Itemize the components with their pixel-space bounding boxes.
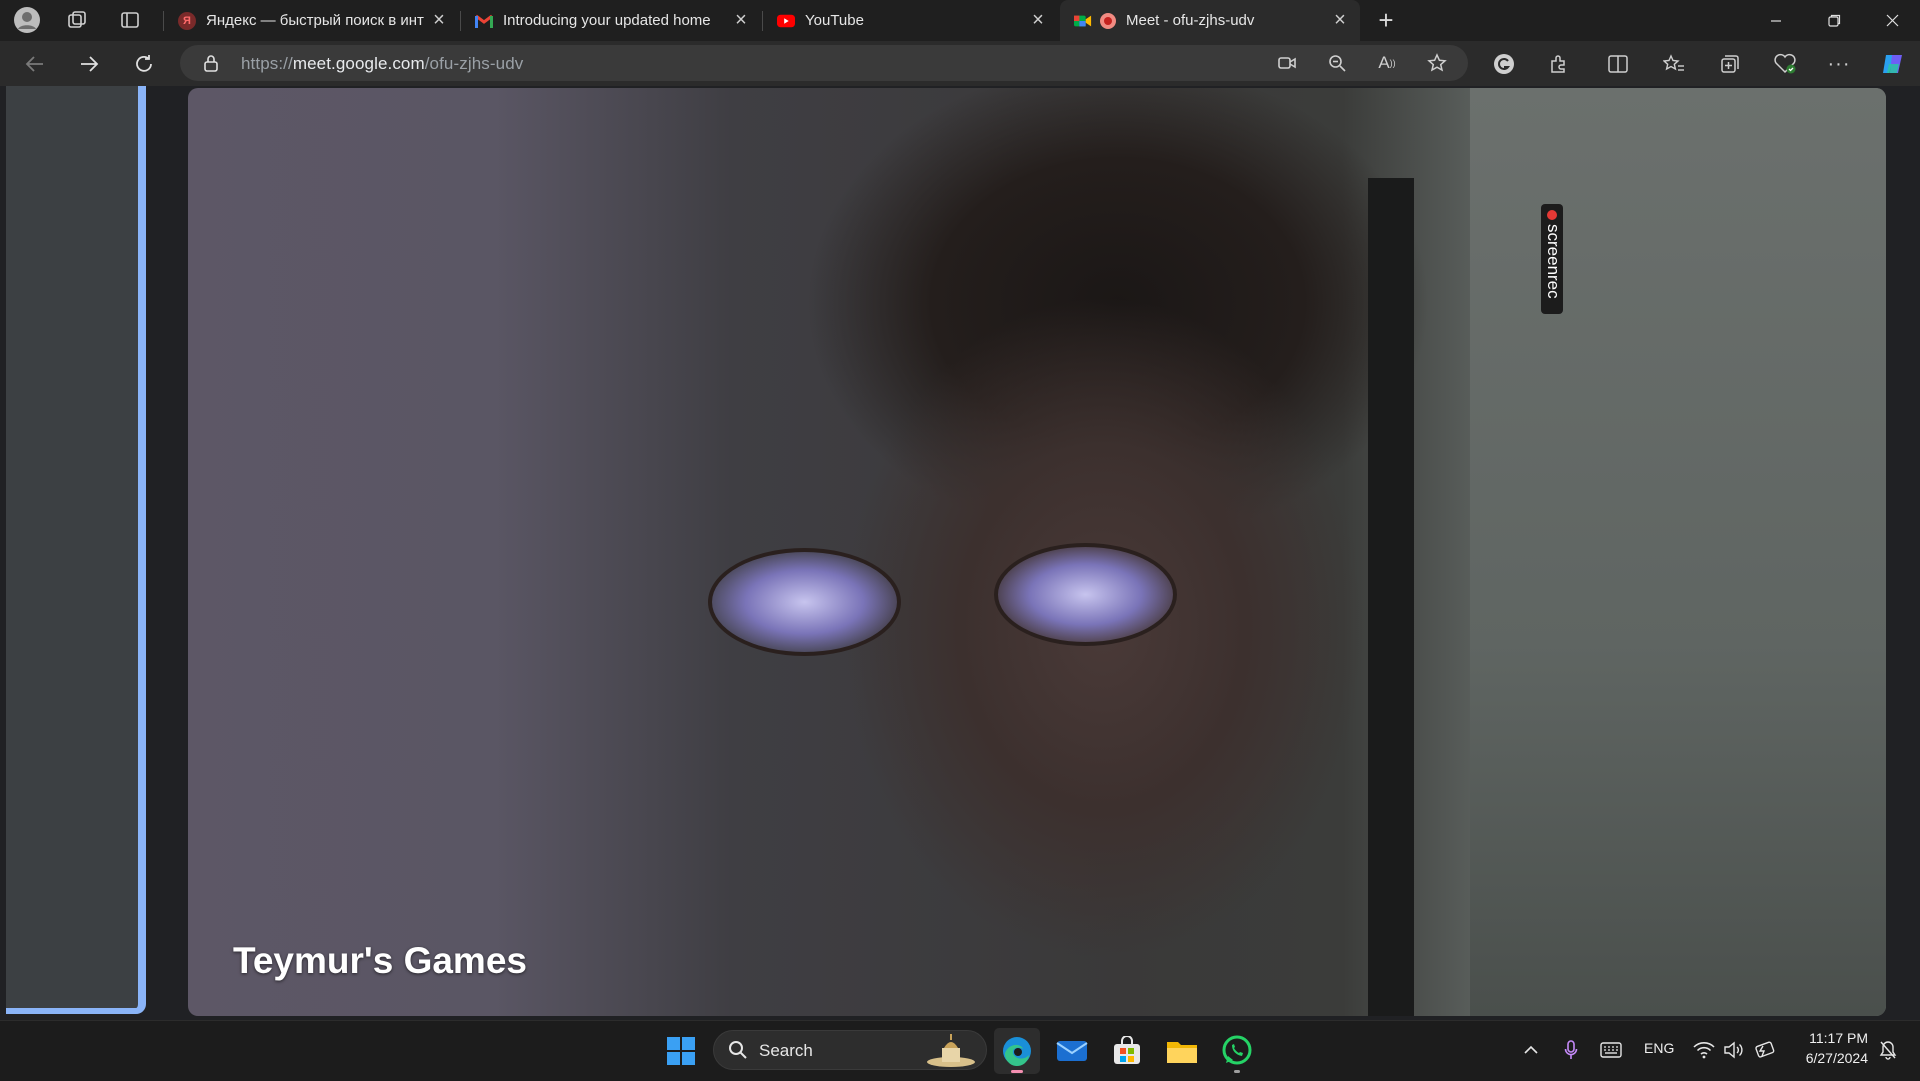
tab-title: YouTube xyxy=(805,12,864,29)
tab-title: Introducing your updated home xyxy=(503,12,711,29)
screenrec-badge[interactable]: screenrec xyxy=(1541,204,1563,314)
zoom-out-icon[interactable] xyxy=(1324,51,1350,75)
grammarly-icon[interactable] xyxy=(1487,48,1521,80)
windows-start-icon[interactable] xyxy=(658,1028,704,1074)
battery-charging-icon[interactable] xyxy=(1752,1037,1778,1063)
wifi-icon[interactable] xyxy=(1692,1037,1716,1063)
record-dot-icon xyxy=(1547,210,1557,220)
close-icon[interactable]: × xyxy=(731,9,751,32)
back-button[interactable] xyxy=(18,48,52,80)
forward-button[interactable] xyxy=(72,48,106,80)
favorite-star-icon[interactable] xyxy=(1424,51,1450,75)
close-icon[interactable]: × xyxy=(1028,9,1048,32)
recording-indicator-icon xyxy=(1100,12,1116,29)
gmail-icon xyxy=(475,12,493,30)
collections-icon[interactable] xyxy=(1713,48,1747,80)
tab-meet[interactable]: Meet - ofu-zjhs-udv × xyxy=(1060,0,1360,41)
glasses-left-lens xyxy=(708,548,901,656)
tab-gmail[interactable]: Introducing your updated home × xyxy=(461,0,761,41)
search-icon xyxy=(728,1040,748,1065)
notifications-bell-icon[interactable] xyxy=(1876,1037,1900,1063)
store-icon[interactable] xyxy=(1104,1028,1150,1074)
url-path: /ofu-zjhs-udv xyxy=(424,54,524,73)
file-explorer-icon[interactable] xyxy=(1159,1028,1205,1074)
favorites-icon[interactable] xyxy=(1657,48,1691,80)
read-aloud-icon[interactable]: A)) xyxy=(1374,51,1400,75)
tab-strip: Я Яндекс — быстрый поиск в инт × Introdu… xyxy=(0,0,1920,41)
microphone-in-use-icon[interactable] xyxy=(1560,1037,1582,1063)
edge-icon[interactable] xyxy=(994,1028,1040,1074)
url-text: https://meet.google.com/ofu-zjhs-udv xyxy=(241,54,523,74)
split-screen-icon[interactable] xyxy=(1601,48,1635,80)
camera-in-use-icon[interactable] xyxy=(1274,51,1300,75)
extensions-icon[interactable] xyxy=(1542,48,1576,80)
close-icon[interactable]: × xyxy=(429,9,449,32)
meet-content: Teymur's Games screenrec xyxy=(0,86,1920,1020)
close-icon[interactable]: × xyxy=(1330,9,1350,32)
workspaces-icon[interactable] xyxy=(62,5,92,35)
screenrec-label: screenrec xyxy=(1544,224,1563,299)
search-highlight-icon xyxy=(926,1034,976,1073)
new-tab-icon[interactable]: + xyxy=(1371,5,1401,35)
participant-name: Teymur's Games xyxy=(233,940,527,981)
refresh-button[interactable] xyxy=(127,48,161,80)
clock-date[interactable]: 6/27/2024 xyxy=(1788,1050,1868,1066)
tab-title: Яндекс — быстрый поиск в инт xyxy=(206,12,424,29)
search-label: Search xyxy=(759,1041,813,1060)
browser-essentials-icon[interactable] xyxy=(1768,48,1802,80)
participant-video[interactable]: Teymur's Games xyxy=(188,88,1886,1016)
minimize-button[interactable] xyxy=(1748,0,1804,41)
google-meet-icon xyxy=(1074,12,1092,30)
video-background-door xyxy=(1470,88,1886,1016)
show-hidden-icons-chevron-icon[interactable] xyxy=(1520,1037,1542,1063)
close-window-button[interactable] xyxy=(1864,0,1920,41)
tab-yandex[interactable]: Я Яндекс — быстрый поиск в инт × xyxy=(164,0,459,41)
video-background-frame xyxy=(1368,178,1414,1016)
clock-time[interactable]: 11:17 PM xyxy=(1788,1030,1868,1046)
more-options-icon[interactable]: ··· xyxy=(1822,48,1856,80)
tab-youtube[interactable]: YouTube × xyxy=(763,0,1058,41)
yandex-icon: Я xyxy=(178,11,196,30)
navigation-bar: https://meet.google.com/ofu-zjhs-udv A))… xyxy=(0,41,1920,86)
lock-icon[interactable] xyxy=(198,51,224,75)
volume-icon[interactable] xyxy=(1722,1037,1746,1063)
mail-icon[interactable] xyxy=(1049,1028,1095,1074)
address-bar[interactable]: https://meet.google.com/ofu-zjhs-udv A)) xyxy=(180,45,1468,81)
vertical-tabs-icon[interactable] xyxy=(115,5,145,35)
touch-keyboard-icon[interactable] xyxy=(1598,1037,1624,1063)
taskbar: Search ENG 11:17 PM 6/27/2024 xyxy=(0,1020,1920,1081)
url-host: meet.google.com xyxy=(292,54,425,73)
restore-button[interactable] xyxy=(1806,0,1862,41)
profile-avatar-icon[interactable] xyxy=(12,5,42,35)
whatsapp-icon[interactable] xyxy=(1214,1028,1260,1074)
taskbar-search[interactable]: Search xyxy=(713,1030,987,1070)
glasses-right-lens xyxy=(994,543,1177,646)
youtube-icon xyxy=(777,12,795,30)
url-scheme: https:// xyxy=(241,54,293,73)
tab-title: Meet - ofu-zjhs-udv xyxy=(1126,12,1255,29)
copilot-icon[interactable] xyxy=(1876,48,1910,80)
input-language[interactable]: ENG xyxy=(1644,1040,1674,1056)
side-panel[interactable] xyxy=(6,86,146,1014)
